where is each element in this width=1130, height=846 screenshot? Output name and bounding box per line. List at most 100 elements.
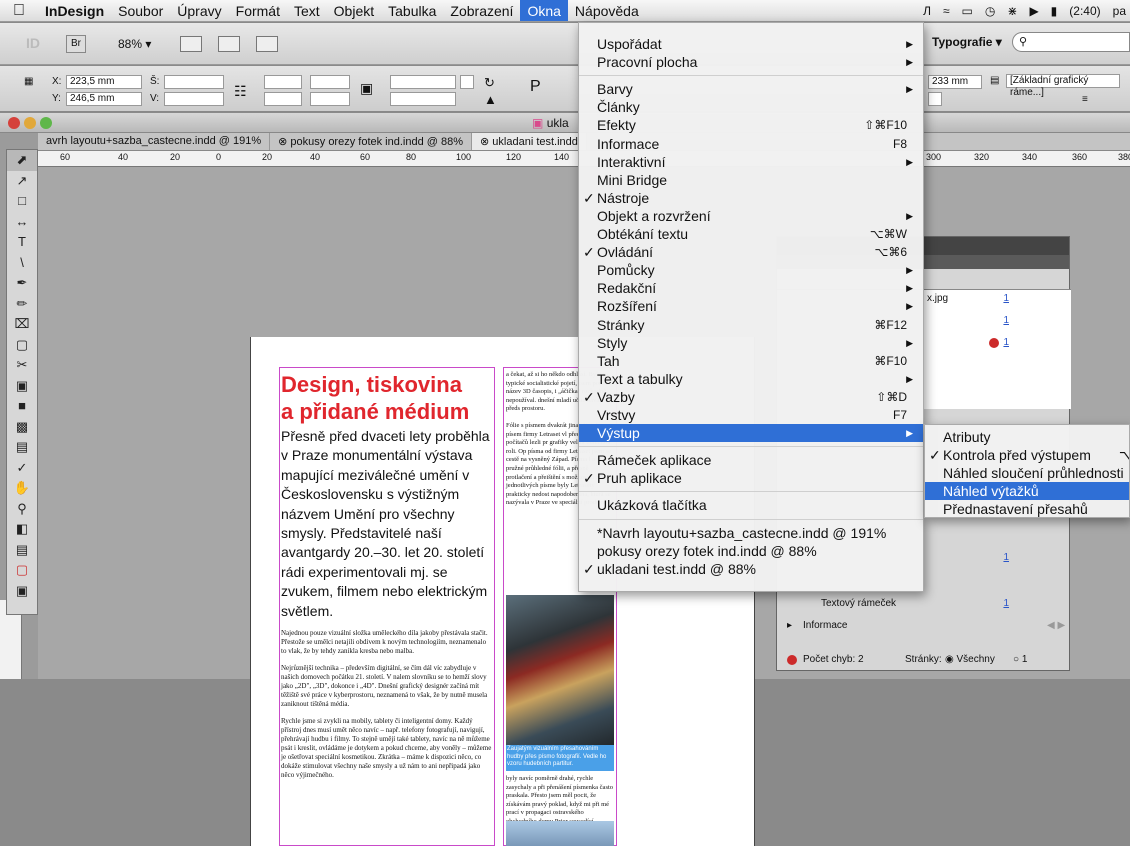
submenu-item-3[interactable]: Náhled výtažků (925, 482, 1129, 500)
flip-icon[interactable]: ▲ (484, 92, 497, 107)
menu-zobrazeni[interactable]: Zobrazení (443, 0, 520, 21)
workspace-switcher[interactable]: Typografie ▾ (932, 35, 1002, 49)
stroke-dropdown[interactable] (928, 92, 942, 106)
type-tool-icon[interactable]: T (7, 232, 37, 253)
y-field[interactable]: 246,5 mm (66, 92, 142, 106)
pages-all-radio[interactable]: ◉ Všechny (945, 651, 995, 669)
nav-arrows-icon[interactable]: ◀ ▶ (1047, 617, 1065, 635)
hand-tool-icon[interactable]: ✋ (7, 478, 37, 499)
menu-item-text-a-tabulky[interactable]: Text a tabulky ▶ (579, 370, 923, 388)
line-tool-icon[interactable]: \ (7, 253, 37, 274)
pencil-tool-icon[interactable]: ✏ (7, 294, 37, 315)
menu-napoveda[interactable]: Nápověda (568, 0, 646, 21)
rotate-field[interactable] (390, 75, 456, 89)
position-field[interactable]: 233 mm (928, 75, 982, 89)
menu-item-ukladani-test-indd-88[interactable]: ✓ ukladani test.indd @ 88% (579, 560, 923, 578)
apple-icon[interactable]:  (0, 2, 38, 20)
rotate-dropdown[interactable] (460, 75, 474, 89)
menu-soubor[interactable]: Soubor (111, 0, 170, 21)
timemachine-icon[interactable]: ◷ (985, 4, 995, 18)
rectangle-frame-tool-icon[interactable]: ⌧ (7, 314, 37, 335)
close-tab-icon[interactable]: ⊗ (278, 136, 290, 148)
zoom-select[interactable]: 88% ▾ (118, 37, 151, 51)
scale-y-percent[interactable] (310, 92, 350, 106)
page-tool-icon[interactable]: □ (7, 191, 37, 212)
bluetooth-icon[interactable]: ⋇ (1007, 4, 1017, 18)
formatting-affects-icon[interactable]: ▤ (7, 540, 37, 561)
battery-icon[interactable]: ▮ (1051, 4, 1058, 18)
object-style-select[interactable]: [Základní grafický ráme...] (1006, 74, 1120, 98)
screen-mode-button[interactable] (218, 36, 240, 52)
menu-item-ovl-d-n[interactable]: ✓ Ovládání ⌥⌘6 (579, 243, 923, 261)
item-count-link[interactable]: 1 (1003, 312, 1009, 330)
menu-item-barvy[interactable]: Barvy ▶ (579, 80, 923, 98)
w-field[interactable] (164, 75, 224, 89)
reference-point-icon[interactable]: ▦ (24, 76, 33, 87)
rotate-90-icon[interactable]: ↻ (484, 75, 495, 91)
menu-item-n-stroje[interactable]: ✓ Nástroje (579, 189, 923, 207)
pages-range-input[interactable]: 1 (1022, 654, 1028, 665)
menu-item-informace[interactable]: Informace F8 (579, 135, 923, 153)
menu-item-interaktivn[interactable]: Interaktivní ▶ (579, 153, 923, 171)
menu-item-mini-bridge[interactable]: Mini Bridge (579, 171, 923, 189)
h-field[interactable] (164, 92, 224, 106)
view-options-button[interactable] (180, 36, 202, 52)
user-name[interactable]: pa (1113, 4, 1126, 18)
menu-objekt[interactable]: Objekt (327, 0, 381, 21)
panel-options-icon[interactable]: ≡ (1082, 94, 1088, 105)
gradient-feather-tool-icon[interactable]: ▩ (7, 417, 37, 438)
adobe-menu-icon[interactable]: Л (923, 4, 931, 18)
menu-upravy[interactable]: Úpravy (170, 0, 228, 21)
menu-app[interactable]: InDesign (38, 0, 111, 21)
pages-range-radio[interactable]: ○ 1 (1013, 651, 1027, 669)
zoom-window-button[interactable] (40, 117, 52, 129)
tab-navrh-layoutu[interactable]: avrh layoutu+sazba_castecne.indd @ 191% (38, 133, 271, 150)
disclosure-icon[interactable]: ▸ (787, 617, 792, 635)
arrange-documents-button[interactable] (256, 36, 278, 52)
menu-item-l-nky[interactable]: Články (579, 98, 923, 116)
menu-item-v-stup[interactable]: Výstup ▶ (579, 424, 923, 443)
menu-text[interactable]: Text (287, 0, 327, 21)
menu-item-tah[interactable]: Tah ⌘F10 (579, 352, 923, 370)
scale-x-percent[interactable] (310, 75, 350, 89)
menu-item-navrh-layoutu-sazba-castecne-indd-191[interactable]: *Navrh layoutu+sazba_castecne.indd @ 191… (579, 524, 923, 542)
fill-stroke-icon[interactable]: ◧ (7, 519, 37, 540)
menu-item-pracovn-plocha[interactable]: Pracovní plocha ▶ (579, 53, 923, 71)
menu-tabulka[interactable]: Tabulka (381, 0, 443, 21)
menu-item-redak-n[interactable]: Redakční ▶ (579, 279, 923, 297)
apply-none-icon[interactable]: ▢ (7, 560, 37, 581)
photo-building[interactable] (506, 821, 614, 846)
selection-tool-icon[interactable]: ⬈ (7, 150, 37, 171)
scissors-tool-icon[interactable]: ✂ (7, 355, 37, 376)
gap-tool-icon[interactable]: ↔ (7, 212, 37, 233)
rectangle-tool-icon[interactable]: ▢ (7, 335, 37, 356)
menu-okna[interactable]: Okna (520, 0, 568, 21)
pen-tool-icon[interactable]: ✒ (7, 273, 37, 294)
list-item[interactable]: Textový rámeček 1 (777, 595, 1071, 613)
object-style-icon[interactable]: ▤ (990, 75, 999, 86)
menu-item-r-me-ek-aplikace[interactable]: Rámeček aplikace (579, 451, 923, 469)
tab-pokusy-orezy[interactable]: ⊗ pokusy orezy fotek ind.indd @ 88% (270, 133, 473, 150)
menu-item-vrstvy[interactable]: Vrstvy F7 (579, 406, 923, 424)
shear-field[interactable] (390, 92, 456, 106)
zoom-tool-icon[interactable]: ⚲ (7, 499, 37, 520)
x-field[interactable]: 223,5 mm (66, 75, 142, 89)
scale-x-field[interactable] (264, 75, 302, 89)
menu-item-obt-k-n-textu[interactable]: Obtékání textu ⌥⌘W (579, 225, 923, 243)
transform-icon[interactable]: ▣ (360, 80, 373, 97)
menu-item-uk-zkov-tla-tka[interactable]: Ukázková tlačítka (579, 496, 923, 514)
menu-item-str-nky[interactable]: Stránky ⌘F12 (579, 316, 923, 334)
close-window-button[interactable] (8, 117, 20, 129)
menu-item-styly[interactable]: Styly ▶ (579, 334, 923, 352)
close-tab-icon[interactable]: ⊗ (480, 136, 492, 148)
airplay-icon[interactable]: ▭ (962, 4, 973, 18)
item-count-link[interactable]: 1 (1003, 290, 1009, 308)
menu-item-pruh-aplikace[interactable]: ✓ Pruh aplikace (579, 469, 923, 487)
menu-item-pokusy-orezy-fotek-ind-indd-88[interactable]: pokusy orezy fotek ind.indd @ 88% (579, 542, 923, 560)
text-frame-col1[interactable]: Design, tiskovina a přidané médium Přesn… (281, 371, 493, 780)
submenu-item-1[interactable]: ✓Kontrola před výstupem ⌥ (925, 446, 1129, 464)
menu-item-vazby[interactable]: ✓ Vazby ⇧⌘D (579, 388, 923, 406)
info-section[interactable]: ▸ Informace ◀ ▶ (777, 617, 1071, 635)
scale-y-field[interactable] (264, 92, 302, 106)
menu-item-uspo-dat[interactable]: Uspořádat ▶ (579, 35, 923, 53)
